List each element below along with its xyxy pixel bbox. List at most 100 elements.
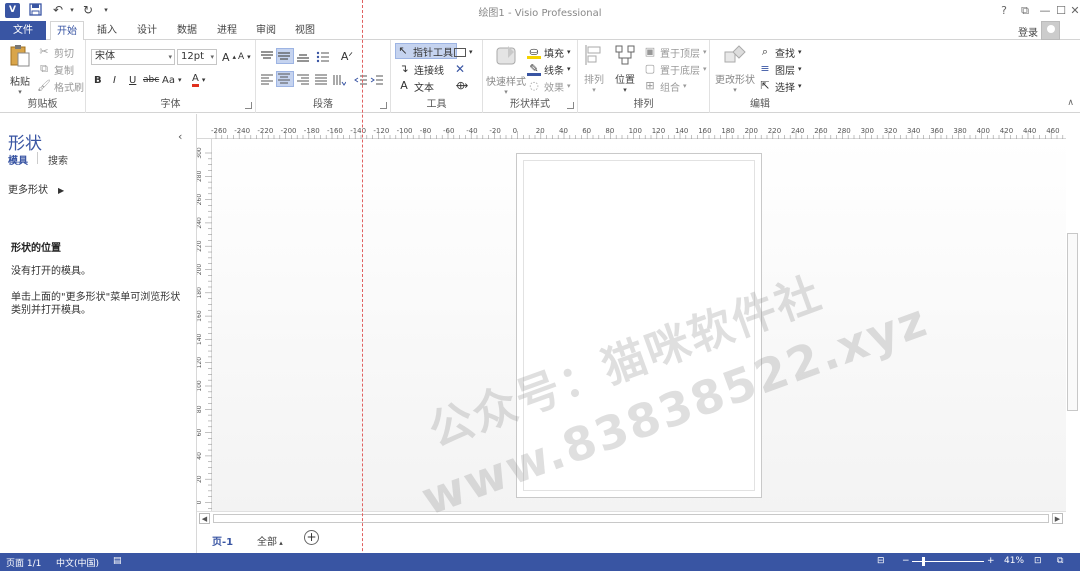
- align-center-button[interactable]: [276, 71, 294, 87]
- help-button[interactable]: ?: [995, 3, 1013, 18]
- quick-styles-button[interactable]: 快速样式 ▾: [486, 44, 526, 96]
- more-shapes-menu[interactable]: 更多形状 ▶: [8, 181, 64, 196]
- ruler-v-label: 60: [197, 429, 203, 437]
- crop-tool-button[interactable]: ⟴: [455, 78, 469, 94]
- bring-to-front-button[interactable]: ▣ 置于顶层 ▾: [643, 44, 707, 60]
- tab-search[interactable]: 搜索: [48, 152, 68, 167]
- paragraph-dialog-launcher[interactable]: [380, 102, 387, 109]
- page-number-status[interactable]: 页面 1/1: [6, 556, 41, 569]
- grow-font-button[interactable]: A ▴: [222, 49, 236, 65]
- drawing-canvas[interactable]: [212, 139, 1066, 511]
- rectangle-tool-button[interactable]: ▾: [454, 44, 473, 60]
- italic-button[interactable]: I: [113, 72, 116, 88]
- tab-stencils[interactable]: 模具: [8, 152, 28, 167]
- collapse-pane-icon[interactable]: ‹: [178, 130, 182, 143]
- paintbrush-icon: 🖌: [37, 79, 51, 92]
- tab-data[interactable]: 数据: [170, 21, 204, 40]
- tab-insert[interactable]: 插入: [90, 21, 124, 40]
- increase-indent-button[interactable]: [370, 72, 384, 88]
- bullets-button[interactable]: [316, 49, 330, 65]
- zoom-level[interactable]: 41%: [1004, 556, 1024, 566]
- connection-point-button[interactable]: ✕: [455, 61, 465, 77]
- font-color-button[interactable]: A ▾: [192, 72, 205, 88]
- format-painter-button[interactable]: 🖌 格式刷: [37, 78, 84, 94]
- line-button[interactable]: ✎ 线条 ▾: [527, 61, 571, 77]
- layers-button[interactable]: ≡ 图层 ▾: [758, 61, 801, 77]
- scroll-left-icon[interactable]: ◀: [199, 513, 210, 524]
- shrink-font-button[interactable]: A ▾: [238, 49, 251, 65]
- vertical-scroll-thumb[interactable]: [1067, 233, 1078, 411]
- cut-button[interactable]: ✂ 剪切: [37, 44, 74, 60]
- copy-button[interactable]: ⧉ 复制: [37, 61, 74, 77]
- page-tab-1[interactable]: 页-1: [212, 533, 233, 548]
- align-middle-button[interactable]: [276, 48, 294, 64]
- collapse-ribbon-icon[interactable]: ∧: [1067, 98, 1074, 108]
- vertical-scrollbar[interactable]: [1066, 122, 1080, 511]
- rectangle-icon: [454, 47, 466, 57]
- ribbon-display-options-button[interactable]: ⧉: [1016, 3, 1034, 18]
- text-direction-button[interactable]: [332, 72, 346, 88]
- drawing-page[interactable]: [516, 153, 762, 498]
- paste-button[interactable]: 粘贴 ▾: [6, 44, 34, 96]
- effects-button[interactable]: ◌ 效果 ▾: [527, 78, 570, 94]
- connector-button[interactable]: ↴ 连接线: [397, 61, 444, 77]
- paste-icon: [10, 45, 30, 67]
- horizontal-ruler[interactable]: -260 -240 -220 -200 -180 -160 -140 -120 -100 -80-…: [197, 122, 1069, 139]
- tab-home[interactable]: 开始: [50, 21, 84, 41]
- add-page-button[interactable]: +: [304, 530, 319, 545]
- copy-icon: ⧉: [40, 62, 48, 75]
- all-pages-button[interactable]: 全部 ▴: [257, 533, 283, 548]
- strikethrough-button[interactable]: abc: [143, 72, 159, 88]
- send-to-back-button[interactable]: ▢ 置于底层 ▾: [643, 61, 707, 77]
- horizontal-ruler-ticks: -260 -240 -220 -200 -180 -160 -140 -120 -100 -80-…: [211, 127, 1069, 139]
- shape-styles-dialog-launcher[interactable]: [567, 102, 574, 109]
- close-button[interactable]: ✕: [1066, 3, 1080, 18]
- ruler-h-label: 60: [582, 127, 591, 135]
- ruler-v-label: 140: [197, 333, 203, 345]
- switch-windows-icon[interactable]: ⧉: [1057, 556, 1063, 566]
- rotate-text-button[interactable]: A͏ᐟ: [340, 49, 354, 65]
- change-case-button[interactable]: Aa ▾: [162, 72, 181, 88]
- macro-status-icon[interactable]: ▤: [113, 556, 122, 566]
- presentation-mode-icon[interactable]: ⊟: [877, 556, 885, 566]
- tab-design[interactable]: 设计: [130, 21, 164, 40]
- scroll-right-icon[interactable]: ▶: [1052, 513, 1063, 524]
- underline-button[interactable]: U: [129, 72, 136, 88]
- align-shapes-button[interactable]: 排列 ▾: [581, 44, 607, 94]
- tab-file[interactable]: 文件: [0, 21, 46, 40]
- align-bottom-button[interactable]: [296, 49, 310, 65]
- tools-group: ↖ 指针工具 ↴ 连接线 A 文本 ▾ ✕ ⟴ 工具: [391, 40, 483, 113]
- font-size-combo[interactable]: 12pt ▾: [177, 49, 217, 65]
- group-button[interactable]: ⊞ 组合 ▾: [643, 78, 686, 94]
- language-status[interactable]: 中文(中国): [56, 556, 99, 569]
- ruler-h-label: 0: [513, 127, 517, 135]
- position-icon: [615, 45, 635, 65]
- pointer-tool-button[interactable]: ↖ 指针工具: [395, 43, 457, 59]
- avatar[interactable]: [1041, 21, 1060, 40]
- horizontal-scrollbar[interactable]: ◀ ▶: [197, 511, 1066, 525]
- change-shape-button[interactable]: 更改形状 ▾: [715, 44, 755, 94]
- position-button[interactable]: 位置 ▾: [611, 44, 639, 94]
- fill-button[interactable]: ⛀ 填充 ▾: [527, 44, 571, 60]
- vertical-ruler[interactable]: 300 280 260 240 220 200 180 160 140 120 100 80 60 40 2…: [196, 139, 212, 521]
- zoom-slider-thumb[interactable]: [922, 557, 925, 566]
- text-tool-button[interactable]: A 文本: [397, 78, 434, 94]
- zoom-in-icon[interactable]: +: [987, 556, 995, 566]
- fit-page-icon[interactable]: ⊡: [1034, 556, 1042, 566]
- justify-button[interactable]: [314, 72, 328, 88]
- decrease-indent-button[interactable]: [354, 72, 368, 88]
- find-button[interactable]: ⌕ 查找 ▾: [758, 44, 802, 60]
- bold-button[interactable]: B: [94, 72, 102, 88]
- font-dialog-launcher[interactable]: [245, 102, 252, 109]
- align-top-button[interactable]: [260, 49, 274, 65]
- horizontal-scroll-thumb[interactable]: [213, 514, 1049, 523]
- sign-in-link[interactable]: 登录: [1018, 24, 1038, 39]
- zoom-out-icon[interactable]: −: [902, 556, 910, 566]
- font-name-combo[interactable]: 宋体 ▾: [91, 49, 175, 65]
- tab-view[interactable]: 视图: [288, 21, 322, 40]
- tab-review[interactable]: 审阅: [249, 21, 283, 40]
- tab-process[interactable]: 进程: [210, 21, 244, 40]
- select-button[interactable]: ⇱ 选择 ▾: [758, 78, 801, 94]
- align-right-button[interactable]: [296, 72, 310, 88]
- align-left-button[interactable]: [260, 72, 274, 88]
